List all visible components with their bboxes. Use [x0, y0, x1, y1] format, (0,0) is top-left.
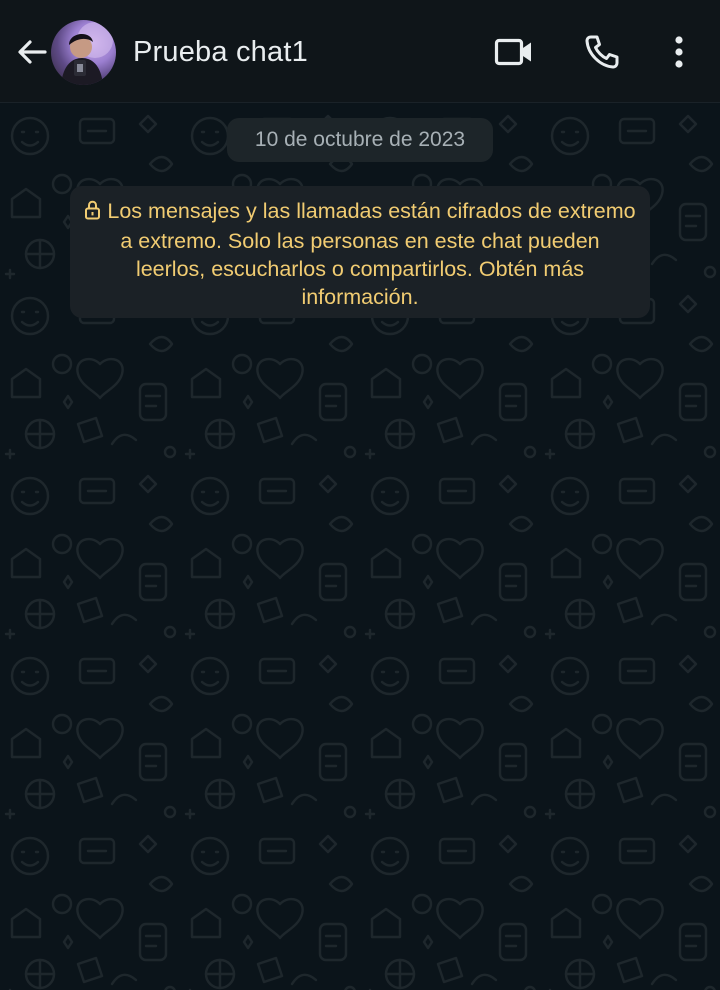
chat-screen: Prueba chat1 10 de octubre de 2023 Los m… — [0, 0, 720, 990]
contact-avatar[interactable] — [51, 20, 116, 85]
video-call-button[interactable] — [492, 30, 536, 74]
chat-area[interactable]: 10 de octubre de 2023 Los mensajes y las… — [0, 104, 720, 990]
more-options-button[interactable] — [657, 30, 701, 74]
avatar-photo — [61, 22, 113, 85]
contact-name[interactable]: Prueba chat1 — [133, 32, 308, 72]
phone-icon — [585, 35, 619, 69]
back-arrow-icon — [18, 40, 47, 64]
chat-header: Prueba chat1 — [0, 0, 720, 103]
video-camera-icon — [494, 38, 531, 66]
encryption-notice-text: Los mensajes y las llamadas están cifrad… — [107, 199, 636, 309]
lock-icon — [84, 199, 101, 227]
more-vertical-icon — [675, 36, 683, 68]
back-button[interactable] — [12, 32, 52, 72]
date-label: 10 de octubre de 2023 — [254, 128, 466, 151]
date-chip: 10 de octubre de 2023 — [227, 118, 493, 162]
encryption-notice[interactable]: Los mensajes y las llamadas están cifrad… — [70, 186, 650, 318]
voice-call-button[interactable] — [580, 30, 624, 74]
